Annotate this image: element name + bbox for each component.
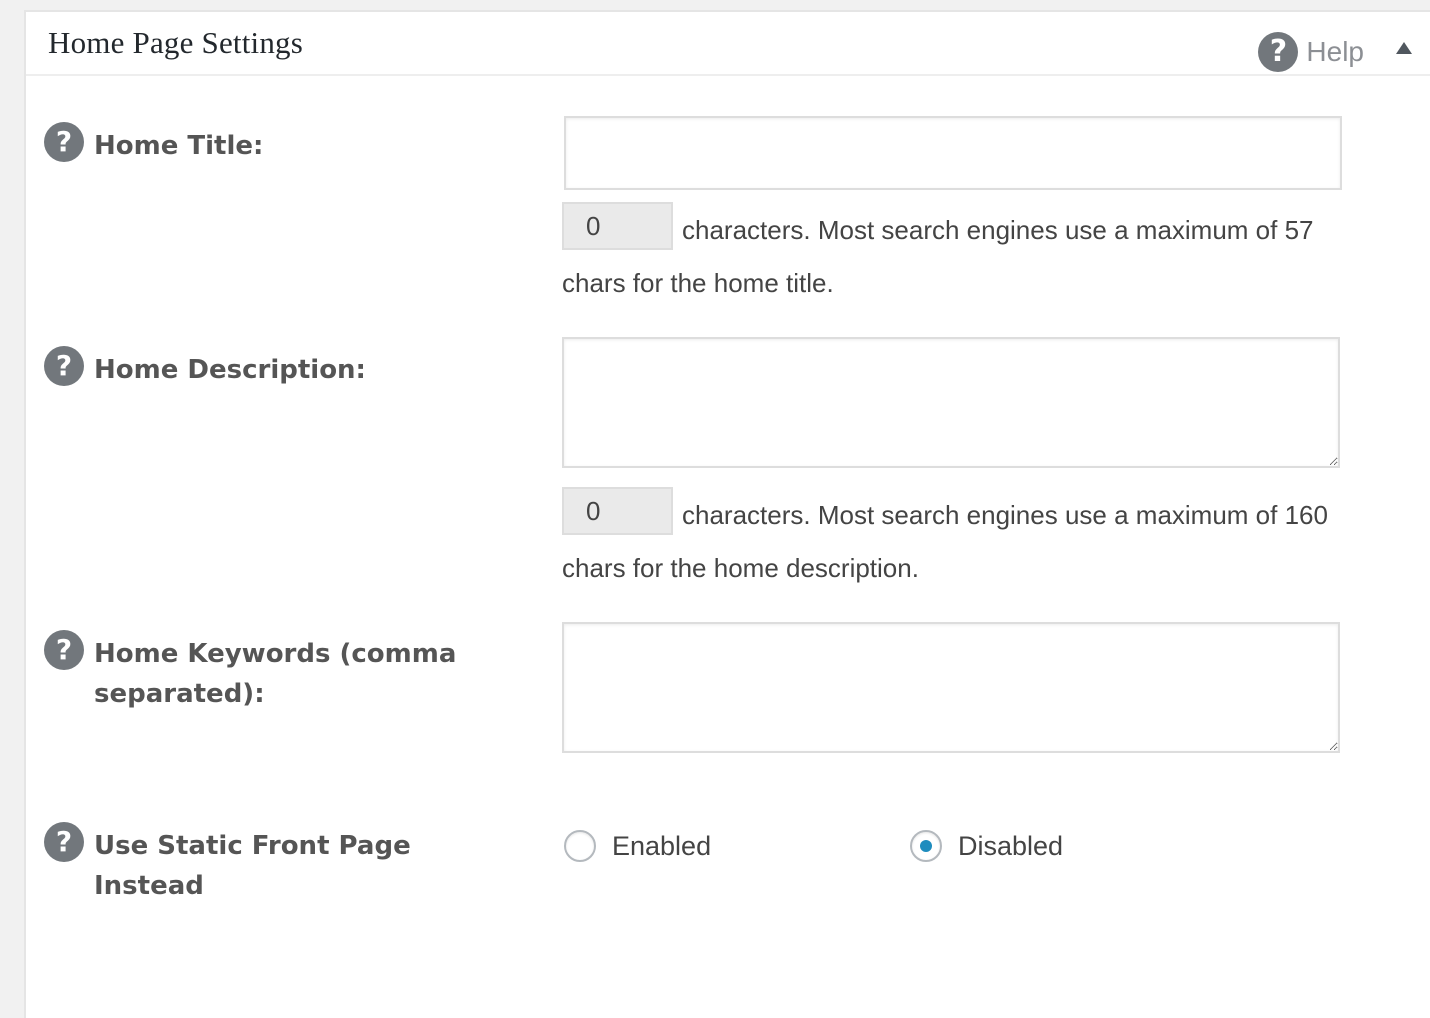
home-keywords-textarea[interactable] xyxy=(562,622,1340,753)
home-description-help-icon[interactable]: ? xyxy=(44,346,84,386)
home-keywords-label: Home Keywords (comma separated): xyxy=(94,634,456,714)
home-keywords-row-label: ? Home Keywords (comma separated): xyxy=(44,630,456,714)
disabled-radio[interactable] xyxy=(910,830,942,862)
home-keywords-help-icon[interactable]: ? xyxy=(44,630,84,670)
home-description-hint-line-1: characters. Most search engines use a ma… xyxy=(682,500,1328,530)
home-description-label: Home Description: xyxy=(94,355,366,385)
home-page-settings-panel: Home Page Settings ? Help ? Home Title: … xyxy=(24,10,1430,1018)
home-keywords-label-line-1: Home Keywords (comma xyxy=(94,639,457,669)
home-description-char-counter xyxy=(562,487,673,535)
help-label: Help xyxy=(1306,36,1364,67)
home-title-char-counter xyxy=(562,202,673,250)
home-title-row-label: ? Home Title: xyxy=(44,122,263,166)
static-front-page-label-line-2: Instead xyxy=(94,871,204,901)
home-title-hint-line-1: characters. Most search engines use a ma… xyxy=(682,215,1314,245)
static-front-page-label-line-1: Use Static Front Page xyxy=(94,831,411,861)
enabled-radio[interactable] xyxy=(564,830,596,862)
home-description-textarea[interactable] xyxy=(562,337,1340,468)
static-front-page-help-icon[interactable]: ? xyxy=(44,822,84,862)
radio-selected-dot xyxy=(920,840,932,852)
help-link[interactable]: ? Help xyxy=(1258,32,1364,72)
static-front-page-disabled-option[interactable]: Disabled xyxy=(910,830,1063,862)
home-keywords-label-line-2: separated): xyxy=(94,679,265,709)
home-description-hint-line-2: chars for the home description. xyxy=(562,553,919,583)
panel-title: Home Page Settings xyxy=(48,25,304,60)
disabled-radio-label: Disabled xyxy=(958,830,1064,861)
home-description-row-label: ? Home Description: xyxy=(44,346,366,390)
static-front-page-enabled-option[interactable]: Enabled xyxy=(564,830,711,862)
question-circle-icon: ? xyxy=(1258,32,1299,72)
static-front-page-label: Use Static Front Page Instead xyxy=(94,826,411,906)
collapse-toggle-icon[interactable] xyxy=(1396,42,1412,54)
home-title-hint-line-2: chars for the home title. xyxy=(562,268,834,298)
panel-header: Home Page Settings ? Help xyxy=(26,12,1430,76)
home-title-label: Home Title: xyxy=(94,131,264,161)
home-title-input[interactable] xyxy=(564,116,1342,190)
static-front-page-row-label: ? Use Static Front Page Instead xyxy=(44,822,411,906)
home-title-help-icon[interactable]: ? xyxy=(44,122,84,162)
enabled-radio-label: Enabled xyxy=(612,830,712,861)
